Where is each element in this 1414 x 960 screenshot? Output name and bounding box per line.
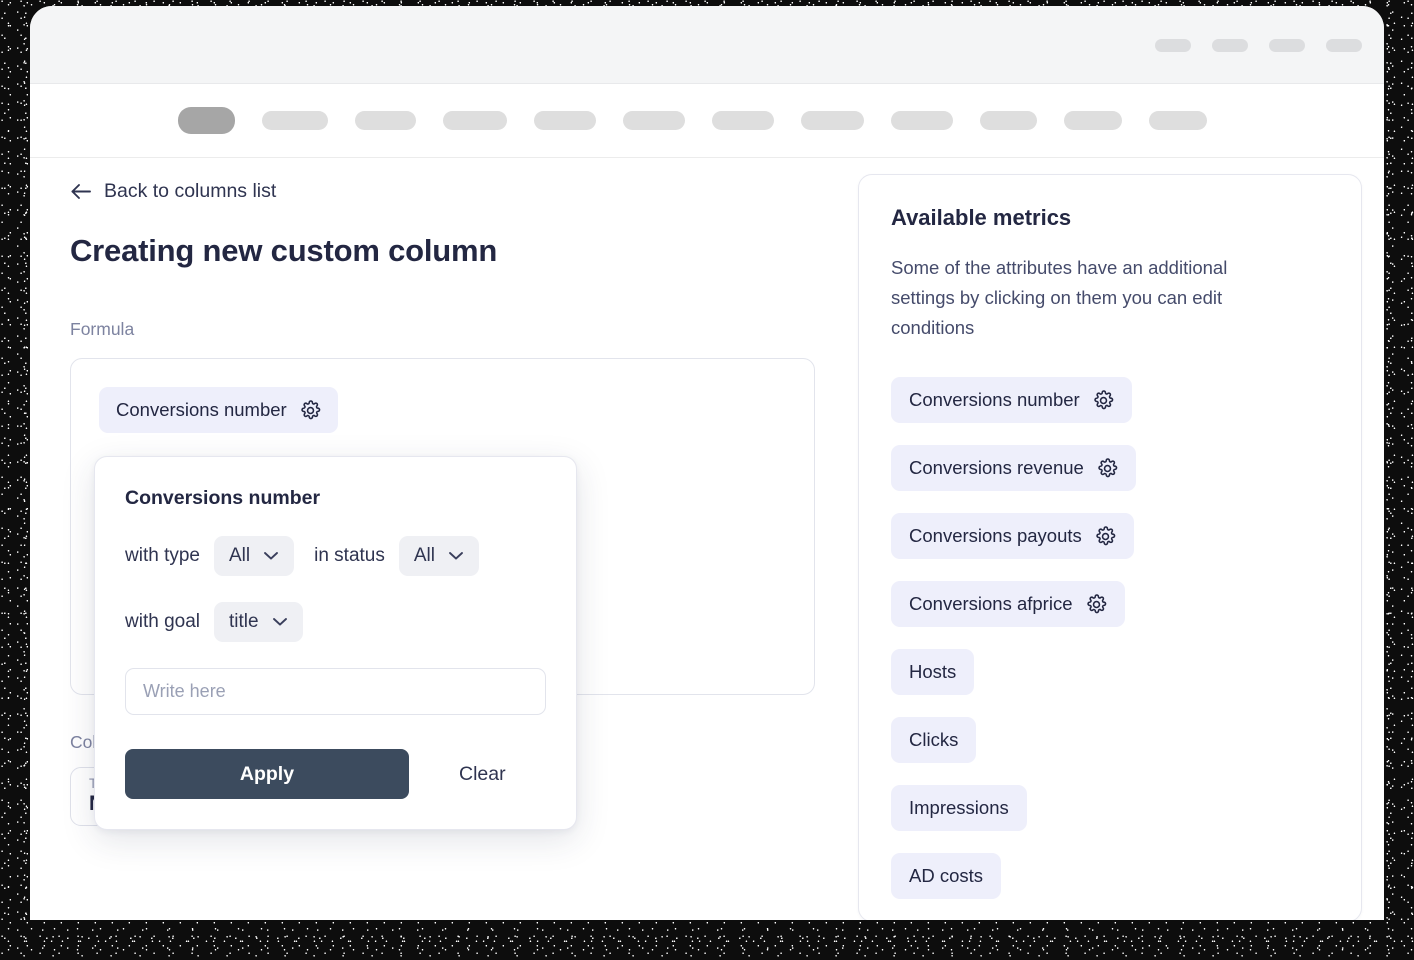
minimize-pill[interactable] — [1155, 39, 1191, 52]
with-type-label: with type — [125, 545, 200, 567]
metric-row: Clicks — [891, 717, 1329, 785]
metric-settings-popover: Conversions number with type All in stat… — [94, 456, 577, 830]
metric-chip-conversions-payouts[interactable]: Conversions payouts — [891, 513, 1134, 559]
popover-actions: Apply Clear — [125, 749, 546, 799]
with-type-value: All — [229, 545, 250, 567]
metric-chip-label: Conversions payouts — [909, 525, 1082, 547]
metric-chip-conversions-afprice[interactable]: Conversions afprice — [891, 581, 1125, 627]
chevron-down-icon — [272, 617, 288, 627]
page-content: Back to columns list Creating new custom… — [30, 158, 1384, 920]
page-title: Creating new custom column — [70, 233, 855, 269]
with-goal-label: with goal — [125, 611, 200, 633]
metric-chip-label: Conversions number — [909, 389, 1080, 411]
metric-chip-hosts[interactable]: Hosts — [891, 649, 974, 695]
chevron-down-icon — [448, 551, 464, 561]
metric-chip-ad-costs[interactable]: AD costs — [891, 853, 1001, 899]
window-titlebar — [30, 6, 1384, 84]
available-metrics-description: Some of the attributes have an additiona… — [891, 253, 1281, 343]
available-metrics-title: Available metrics — [891, 205, 1329, 231]
tab-placeholder-tab-1[interactable] — [178, 107, 235, 134]
popover-title: Conversions number — [125, 487, 546, 510]
available-metrics-panel: Available metrics Some of the attributes… — [858, 174, 1362, 920]
clear-button[interactable]: Clear — [459, 763, 506, 786]
metric-chip-impressions[interactable]: Impressions — [891, 785, 1027, 831]
metric-chip-label: Impressions — [909, 797, 1009, 819]
window-controls — [1155, 39, 1362, 52]
formula-chip-label: Conversions number — [116, 399, 287, 421]
metric-row: Impressions — [891, 785, 1329, 853]
back-link-label: Back to columns list — [104, 180, 276, 203]
in-status-value: All — [414, 545, 435, 567]
formula-chip-conversions-number[interactable]: Conversions number — [99, 387, 338, 433]
tab-placeholder-tab-7[interactable] — [712, 111, 774, 130]
with-goal-select[interactable]: title — [214, 602, 303, 642]
metric-chip-clicks[interactable]: Clicks — [891, 717, 976, 763]
back-to-columns-list-link[interactable]: Back to columns list — [70, 180, 276, 203]
tab-placeholder-tab-12[interactable] — [1149, 111, 1207, 130]
metric-chip-label: Conversions revenue — [909, 457, 1084, 479]
in-status-label: in status — [314, 545, 385, 567]
tab-placeholder-tab-2[interactable] — [262, 111, 328, 130]
apply-button[interactable]: Apply — [125, 749, 409, 799]
metric-row: Conversions revenue — [891, 445, 1329, 513]
tab-bar — [30, 84, 1384, 158]
goal-value-input[interactable] — [125, 668, 546, 715]
tab-placeholder-tab-11[interactable] — [1064, 111, 1122, 130]
metric-row: Conversions afprice — [891, 581, 1329, 649]
metric-row: Conversions payouts — [891, 513, 1329, 581]
tab-placeholder-tab-9[interactable] — [891, 111, 953, 130]
arrow-left-icon — [70, 183, 91, 200]
tab-placeholder-tab-3[interactable] — [355, 111, 416, 130]
metric-chip-conversions-revenue[interactable]: Conversions revenue — [891, 445, 1136, 491]
gear-icon[interactable] — [1095, 526, 1116, 547]
metric-chip-conversions-number[interactable]: Conversions number — [891, 377, 1132, 423]
metric-chip-label: Clicks — [909, 729, 958, 751]
metrics-list: Conversions number Conversions revenue Con… — [891, 377, 1329, 920]
metric-chip-label: Conversions afprice — [909, 593, 1073, 615]
maximize-pill[interactable] — [1212, 39, 1248, 52]
tab-placeholder-tab-5[interactable] — [534, 111, 596, 130]
with-type-select[interactable]: All — [214, 536, 294, 576]
tab-placeholder-tab-8[interactable] — [801, 111, 864, 130]
gear-icon[interactable] — [1086, 594, 1107, 615]
chevron-down-icon — [263, 551, 279, 561]
in-status-select[interactable]: All — [399, 536, 479, 576]
gear-icon[interactable] — [1097, 458, 1118, 479]
restore-pill[interactable] — [1269, 39, 1305, 52]
tab-placeholder-tab-6[interactable] — [623, 111, 685, 130]
condition-row-goal: with goal title — [125, 602, 546, 642]
screenshot-root: Back to columns list Creating new custom… — [0, 0, 1414, 960]
formula-label: Formula — [70, 319, 855, 340]
tab-placeholder-tab-10[interactable] — [980, 111, 1037, 130]
with-goal-value: title — [229, 611, 259, 633]
metric-row: Conversions number — [891, 377, 1329, 445]
gear-icon[interactable] — [300, 400, 321, 421]
metric-chip-label: Hosts — [909, 661, 956, 683]
condition-row-type-status: with type All in status All — [125, 536, 546, 576]
metric-row: Hosts — [891, 649, 1329, 717]
metric-row: AD costs — [891, 853, 1329, 920]
gear-icon[interactable] — [1093, 390, 1114, 411]
tab-placeholder-tab-4[interactable] — [443, 111, 507, 130]
close-pill[interactable] — [1326, 39, 1362, 52]
metric-chip-label: AD costs — [909, 865, 983, 887]
browser-window: Back to columns list Creating new custom… — [30, 6, 1384, 920]
